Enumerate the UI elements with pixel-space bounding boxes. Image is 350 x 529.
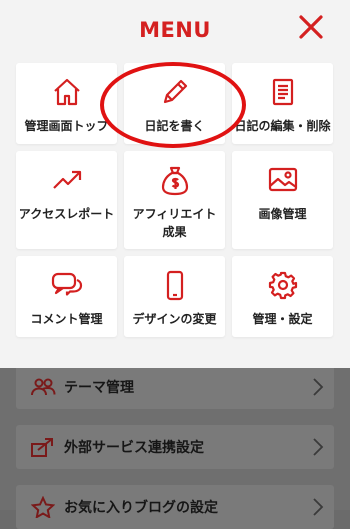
menu-item-label: 画像管理 bbox=[258, 207, 307, 221]
menu-item-label: 日記を書く bbox=[144, 119, 205, 133]
list-item-label: 外部サービス連携設定 bbox=[64, 440, 204, 456]
menu-item-management-settings[interactable]: 管理・設定 bbox=[232, 256, 333, 337]
chevron-right-icon bbox=[313, 498, 324, 516]
chevron-right-icon bbox=[313, 438, 324, 456]
menu-item-label: 管理・設定 bbox=[252, 312, 313, 326]
menu-item-access-report[interactable]: アクセスレポート bbox=[16, 151, 117, 249]
list-item-label: テーマ管理 bbox=[64, 380, 134, 396]
list-item-label: お気に入りブログの設定 bbox=[64, 500, 218, 516]
menu-item-label: コメント管理 bbox=[30, 312, 103, 326]
menu-item-edit-delete-diary[interactable]: 日記の編集・削除 bbox=[232, 63, 333, 144]
comment-icon bbox=[51, 272, 82, 296]
chevron-right-icon bbox=[313, 378, 324, 396]
people-icon bbox=[28, 375, 58, 399]
close-icon[interactable] bbox=[298, 14, 324, 40]
menu-item-label: デザインの変更 bbox=[132, 312, 217, 326]
background-settings-list: テーマ管理 外部サービス連携設定 お気に入りブログの設定 bbox=[0, 365, 350, 529]
menu-item-affiliate-results[interactable]: アフィリエイト成果 bbox=[124, 151, 225, 249]
menu-item-label: 管理画面トップ bbox=[24, 119, 109, 133]
menu-item-label: アクセスレポート bbox=[18, 207, 115, 221]
menu-item-write-diary[interactable]: 日記を書く bbox=[124, 63, 225, 144]
pencil-icon bbox=[163, 79, 187, 104]
menu-panel: MENU 管理画面トップ 日記を書く 日記の編集・削除 アクセスレポート アフィ… bbox=[0, 0, 350, 368]
trending-up-icon bbox=[52, 170, 81, 189]
menu-item-admin-top[interactable]: 管理画面トップ bbox=[16, 63, 117, 144]
image-icon bbox=[268, 167, 297, 192]
home-icon bbox=[53, 78, 80, 106]
money-bag-icon bbox=[161, 166, 188, 196]
menu-item-label: 日記の編集・削除 bbox=[234, 119, 331, 133]
list-item-favorite-blogs[interactable]: お気に入りブログの設定 bbox=[16, 485, 334, 529]
gear-icon bbox=[268, 271, 297, 300]
menu-item-image-management[interactable]: 画像管理 bbox=[232, 151, 333, 249]
menu-item-comment-management[interactable]: コメント管理 bbox=[16, 256, 117, 337]
list-item-theme[interactable]: テーマ管理 bbox=[16, 365, 334, 409]
menu-item-design-change[interactable]: デザインの変更 bbox=[124, 256, 225, 337]
menu-item-label: アフィリエイト成果 bbox=[132, 207, 217, 239]
document-icon bbox=[272, 78, 293, 106]
list-item-external-services[interactable]: 外部サービス連携設定 bbox=[16, 425, 334, 469]
star-icon bbox=[28, 495, 58, 519]
smartphone-icon bbox=[166, 270, 183, 301]
share-icon bbox=[28, 435, 58, 459]
